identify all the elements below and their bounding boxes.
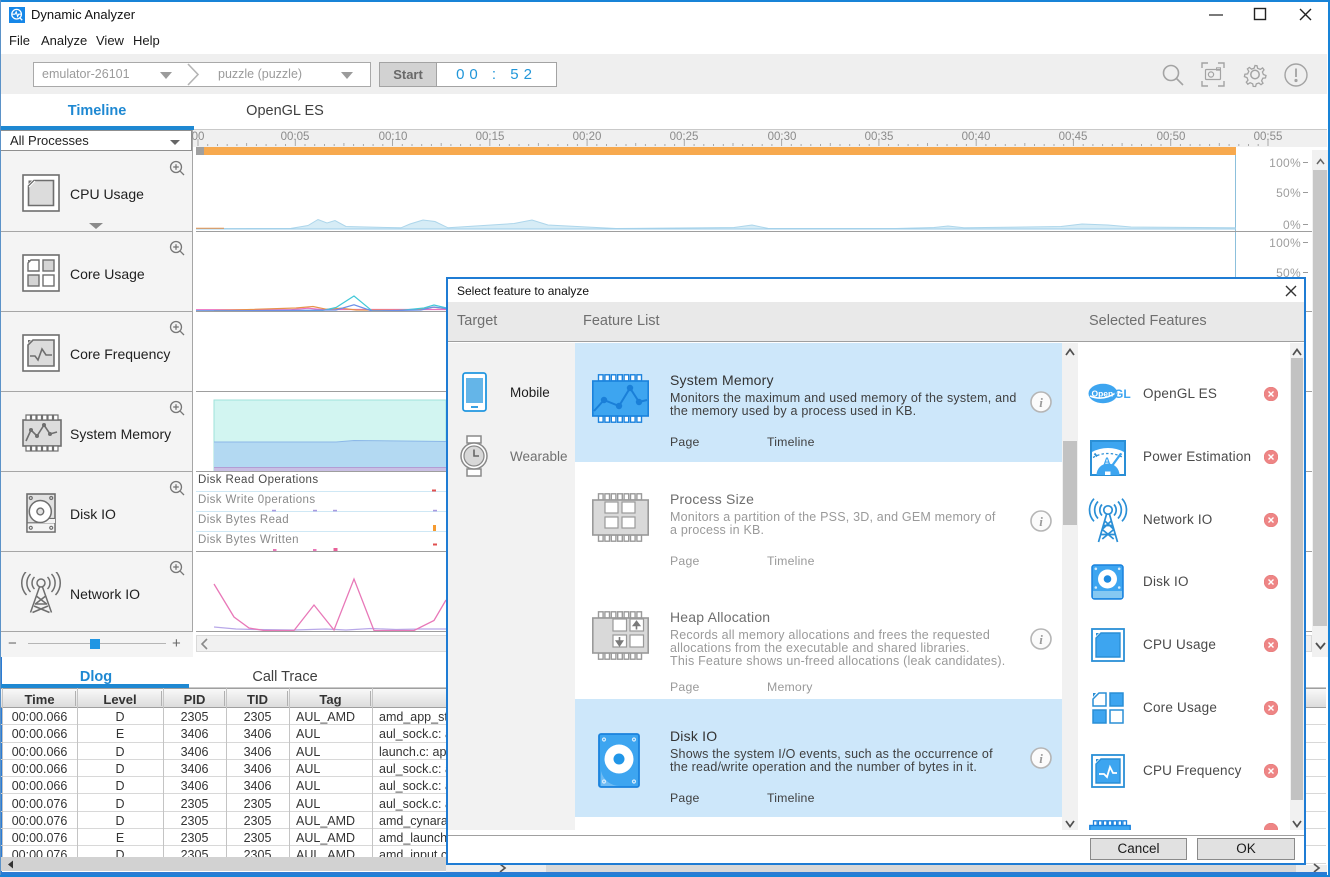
svg-text:Open: Open <box>1092 389 1114 399</box>
svg-text:i: i <box>1039 514 1043 529</box>
svg-text:i: i <box>1039 632 1043 647</box>
svg-text:i: i <box>1039 395 1043 410</box>
svg-text:GL: GL <box>1114 387 1131 401</box>
svg-text:i: i <box>1039 751 1043 766</box>
